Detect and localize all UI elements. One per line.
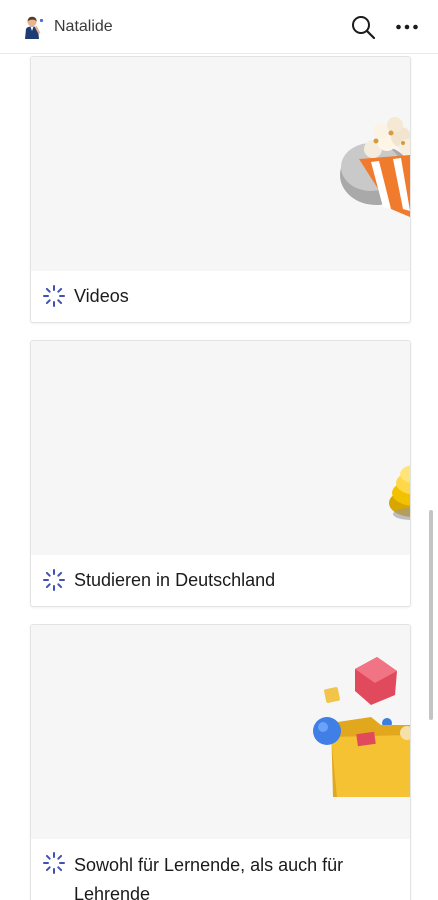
card-image xyxy=(31,57,410,271)
teacher-avatar-icon[interactable] xyxy=(20,14,46,40)
search-icon xyxy=(352,15,376,39)
card-title: Sowohl für Lernende, als auch für Lehren… xyxy=(74,855,344,900)
stack-illustration xyxy=(389,465,410,520)
loading-spinner-icon xyxy=(43,569,65,591)
more-button[interactable] xyxy=(392,12,422,42)
card-videos[interactable]: Videos xyxy=(30,56,411,323)
card-footer: Studieren in Deutschland xyxy=(31,555,410,605)
card-lernende-lehrende[interactable]: Sowohl für Lernende, als auch für Lehren… xyxy=(30,624,411,900)
card-studieren[interactable]: Studieren in Deutschland xyxy=(30,340,411,607)
card-image xyxy=(31,341,410,555)
app-name[interactable]: Natalide xyxy=(54,18,113,36)
card-footer: Sowohl für Lernende, als auch für Lehren… xyxy=(31,839,410,900)
header-actions xyxy=(348,12,422,42)
loading-spinner-icon xyxy=(43,285,65,307)
content-feed[interactable]: Videos Studieren in Deutschland Sowohl f… xyxy=(0,54,438,900)
top-bar: Natalide xyxy=(0,0,438,54)
card-footer: Videos xyxy=(31,271,410,321)
more-dots-icon xyxy=(396,24,418,29)
card-image xyxy=(31,625,410,839)
scrollbar[interactable] xyxy=(429,510,433,720)
search-button[interactable] xyxy=(348,12,378,42)
card-title: Videos xyxy=(74,285,129,306)
folder-illustration xyxy=(313,657,410,797)
loading-spinner-icon xyxy=(43,852,65,874)
popcorn-illustration xyxy=(340,117,410,217)
card-title: Studieren in Deutschland xyxy=(74,569,276,590)
